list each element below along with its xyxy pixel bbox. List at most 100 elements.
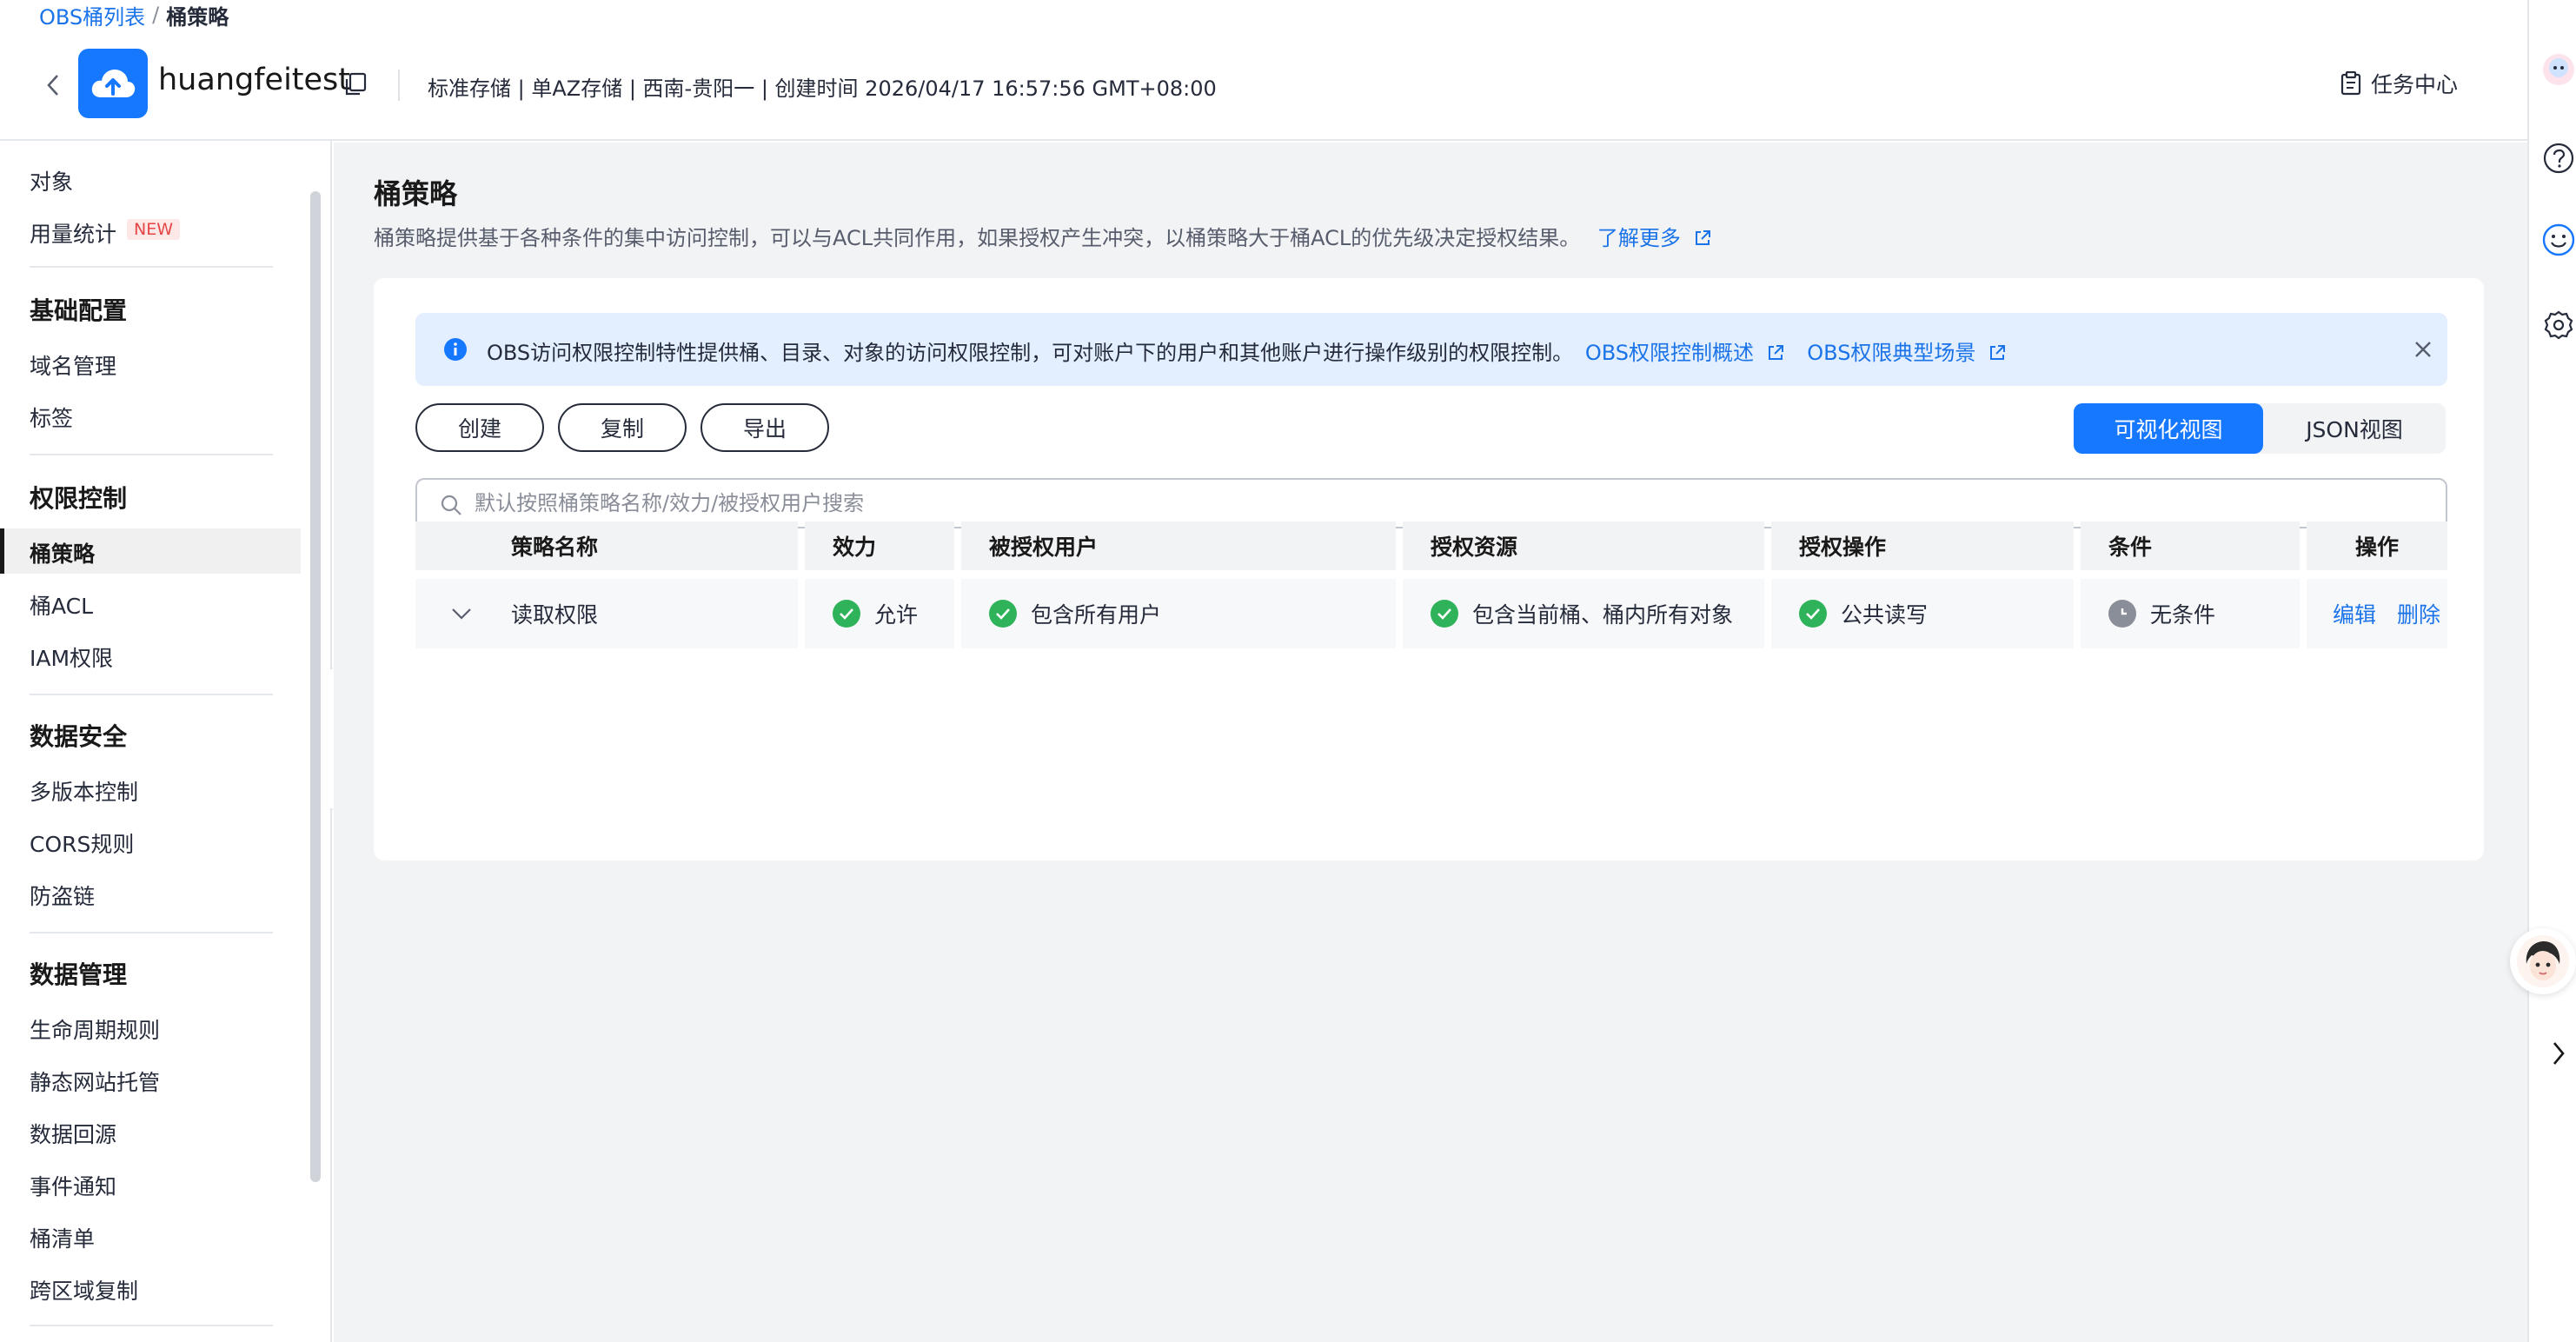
column-header-effect: 效力 bbox=[805, 522, 954, 570]
settings-gear-icon[interactable] bbox=[2541, 308, 2576, 342]
copy-button[interactable]: 复制 bbox=[558, 403, 687, 452]
sidebar-group-basic: 基础配置 bbox=[30, 296, 128, 325]
learn-more-label: 了解更多 bbox=[1597, 226, 1681, 250]
table-row-name-cell: 读取权限 bbox=[415, 579, 798, 648]
sidebar-item-event-notify[interactable]: 事件通知 bbox=[30, 1170, 116, 1201]
sidebar: 对象 用量统计 NEW 基础配置 域名管理 标签 权限控制 桶策略 桶ACL I… bbox=[0, 141, 332, 1342]
permission-overview-link[interactable]: OBS权限控制概述 bbox=[1585, 341, 1791, 365]
top-header: OBS桶列表 / 桶策略 huangfeitest 标准存储 | 单AZ存储 |… bbox=[0, 0, 2527, 141]
sidebar-item-domain[interactable]: 域名管理 bbox=[30, 349, 116, 381]
learn-more-link[interactable]: 了解更多 bbox=[1597, 226, 1712, 250]
sidebar-item-cross-region[interactable]: 跨区域复制 bbox=[30, 1274, 138, 1305]
app-root: OBS桶列表 / 桶策略 huangfeitest 标准存储 | 单AZ存储 |… bbox=[0, 0, 2576, 1342]
page-description: 桶策略提供基于各种条件的集中访问控制，可以与ACL共同作用，如果授权产生冲突，以… bbox=[374, 221, 1712, 251]
task-center-button[interactable]: 任务中心 bbox=[2340, 68, 2458, 99]
info-icon bbox=[444, 338, 467, 361]
new-badge: NEW bbox=[127, 219, 181, 240]
column-header-action: 授权操作 bbox=[1771, 522, 2074, 570]
delete-link[interactable]: 删除 bbox=[2397, 598, 2440, 629]
main-content: 桶策略 桶策略提供基于各种条件的集中访问控制，可以与ACL共同作用，如果授权产生… bbox=[334, 143, 2527, 1342]
table-row-resource-cell: 包含当前桶、桶内所有对象 bbox=[1403, 579, 1764, 648]
clipboard-icon bbox=[2340, 71, 2361, 96]
check-circle-icon bbox=[833, 600, 860, 628]
sidebar-divider bbox=[30, 694, 273, 695]
page-description-text: 桶策略提供基于各种条件的集中访问控制，可以与ACL共同作用，如果授权产生冲突，以… bbox=[374, 226, 1581, 250]
sidebar-item-usage[interactable]: 用量统计 bbox=[30, 217, 116, 249]
policy-principal: 包含所有用户 bbox=[1031, 602, 1162, 628]
permission-scenarios-link[interactable]: OBS权限典型场景 bbox=[1807, 341, 2007, 365]
permission-overview-label: OBS权限控制概述 bbox=[1584, 341, 1754, 365]
sidebar-item-hotlink[interactable]: 防盗链 bbox=[30, 880, 95, 911]
chevron-right-icon[interactable] bbox=[2541, 1036, 2576, 1071]
sidebar-divider bbox=[30, 932, 273, 933]
bucket-cloud-icon bbox=[78, 49, 148, 118]
info-banner: OBS访问权限控制特性提供桶、目录、对象的访问权限控制，可对账户下的用户和其他账… bbox=[415, 313, 2447, 386]
sidebar-scrollbar[interactable] bbox=[310, 191, 321, 1182]
assistant-avatar-icon[interactable] bbox=[2510, 928, 2576, 994]
page-title: 桶策略 bbox=[374, 177, 458, 210]
sidebar-item-iam[interactable]: IAM权限 bbox=[30, 641, 113, 673]
header-divider bbox=[398, 70, 400, 101]
column-header-principal: 被授权用户 bbox=[961, 522, 1396, 570]
check-circle-icon bbox=[989, 600, 1017, 628]
sidebar-item-versioning[interactable]: 多版本控制 bbox=[30, 775, 138, 807]
task-center-label: 任务中心 bbox=[2371, 72, 2459, 97]
edit-link[interactable]: 编辑 bbox=[2333, 598, 2376, 629]
table-row-condition-cell: 无条件 bbox=[2081, 579, 2300, 648]
check-circle-icon bbox=[1431, 600, 1458, 628]
breadcrumb-bucket-list-link[interactable]: OBS桶列表 bbox=[39, 0, 145, 30]
table-row-principal-cell: 包含所有用户 bbox=[961, 579, 1396, 648]
back-icon[interactable] bbox=[42, 70, 64, 101]
sidebar-item-lifecycle[interactable]: 生命周期规则 bbox=[30, 1013, 160, 1045]
external-link-icon bbox=[1695, 230, 1710, 245]
user-avatar-icon[interactable] bbox=[2541, 52, 2576, 87]
column-header-name: 策略名称 bbox=[415, 522, 798, 570]
policy-card: OBS访问权限控制特性提供桶、目录、对象的访问权限控制，可对账户下的用户和其他账… bbox=[374, 278, 2484, 860]
check-circle-icon bbox=[1799, 600, 1827, 628]
sidebar-group-security: 数据安全 bbox=[30, 722, 128, 751]
create-button[interactable]: 创建 bbox=[415, 403, 544, 452]
sidebar-divider bbox=[30, 266, 273, 268]
copy-icon[interactable] bbox=[342, 71, 368, 97]
sidebar-item-back-to-source[interactable]: 数据回源 bbox=[30, 1118, 116, 1149]
sidebar-divider bbox=[30, 1325, 273, 1326]
sidebar-item-bucket-policy[interactable]: 桶策略 bbox=[30, 537, 95, 568]
column-header-resource: 授权资源 bbox=[1403, 522, 1764, 570]
table-row-ops-cell: 编辑 删除 bbox=[2307, 579, 2447, 648]
help-icon[interactable] bbox=[2541, 141, 2576, 176]
sidebar-item-static-website[interactable]: 静态网站托管 bbox=[30, 1066, 160, 1097]
breadcrumb: OBS桶列表 / 桶策略 bbox=[39, 0, 229, 30]
sidebar-item-cors[interactable]: CORS规则 bbox=[30, 827, 134, 859]
search-icon bbox=[441, 495, 461, 515]
policy-action: 公共读写 bbox=[1841, 602, 1929, 628]
json-view-tab[interactable]: JSON视图 bbox=[2263, 403, 2446, 454]
bucket-name: huangfeitest bbox=[158, 63, 351, 97]
info-banner-message: OBS访问权限控制特性提供桶、目录、对象的访问权限控制，可对账户下的用户和其他账… bbox=[487, 341, 1574, 365]
close-icon[interactable] bbox=[2413, 339, 2433, 360]
column-header-condition: 条件 bbox=[2081, 522, 2300, 570]
policy-effect: 允许 bbox=[874, 602, 919, 628]
sidebar-active-indicator bbox=[0, 528, 4, 574]
policy-name: 读取权限 bbox=[511, 602, 599, 628]
table-row-effect-cell: 允许 bbox=[805, 579, 954, 648]
bucket-meta: 标准存储 | 单AZ存储 | 西南-贵阳一 | 创建时间 2026/04/17 … bbox=[428, 76, 1217, 101]
sidebar-divider bbox=[30, 454, 273, 455]
clock-icon bbox=[2108, 600, 2136, 628]
feedback-smile-icon[interactable] bbox=[2541, 223, 2576, 257]
sidebar-item-bucket-acl[interactable]: 桶ACL bbox=[30, 589, 93, 621]
right-utility-rail bbox=[2527, 0, 2576, 1342]
expand-chevron-icon[interactable] bbox=[450, 607, 473, 621]
sidebar-item-tags[interactable]: 标签 bbox=[30, 402, 73, 433]
table-row-action-cell: 公共读写 bbox=[1771, 579, 2074, 648]
breadcrumb-separator: / bbox=[152, 3, 160, 27]
visual-view-tab[interactable]: 可视化视图 bbox=[2074, 403, 2263, 454]
sidebar-item-objects[interactable]: 对象 bbox=[30, 165, 73, 196]
permission-scenarios-label: OBS权限典型场景 bbox=[1807, 341, 1976, 365]
sidebar-group-management: 数据管理 bbox=[30, 960, 128, 989]
sidebar-item-inventory[interactable]: 桶清单 bbox=[30, 1222, 95, 1253]
breadcrumb-current: 桶策略 bbox=[166, 4, 229, 30]
search-input[interactable] bbox=[475, 487, 2387, 520]
export-button[interactable]: 导出 bbox=[700, 403, 829, 452]
policy-resource: 包含当前桶、桶内所有对象 bbox=[1472, 602, 1734, 628]
external-link-icon bbox=[1990, 345, 2006, 360]
